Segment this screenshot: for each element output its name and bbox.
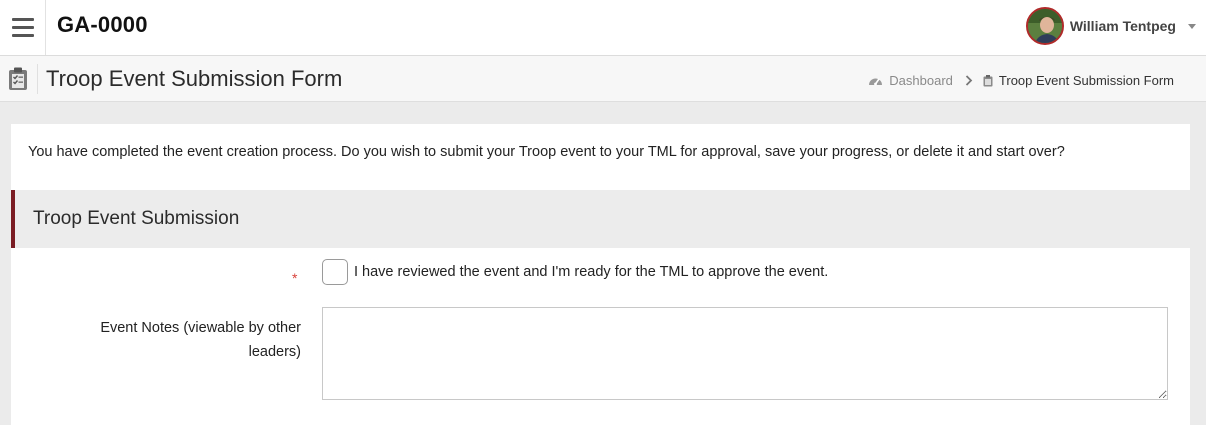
breadcrumb: Dashboard Troop Event Submission Form (868, 73, 1174, 88)
hamburger-menu-icon[interactable] (0, 0, 46, 55)
page-header: Troop Event Submission Form Dashboard Tr… (0, 56, 1206, 102)
form-panel: You have completed the event creation pr… (11, 124, 1190, 425)
breadcrumb-current: Troop Event Submission Form (983, 73, 1174, 88)
event-notes-label: Event Notes (viewable by other leaders) (100, 320, 301, 360)
review-checkbox-label[interactable]: I have reviewed the event and I'm ready … (354, 264, 828, 280)
org-code: GA-0000 (57, 12, 148, 37)
avatar (1025, 7, 1064, 45)
review-checkbox[interactable] (322, 259, 348, 285)
event-notes-field[interactable] (322, 307, 1168, 400)
breadcrumb-dashboard[interactable]: Dashboard (868, 73, 953, 88)
required-indicator: * (292, 270, 298, 286)
clipboard-icon (983, 74, 993, 86)
intro-text: You have completed the event creation pr… (28, 144, 1065, 160)
chevron-right-icon (965, 75, 973, 86)
user-menu[interactable]: William Tentpeg (1025, 6, 1196, 46)
breadcrumb-dashboard-label: Dashboard (889, 73, 953, 88)
user-name: William Tentpeg (1069, 18, 1176, 34)
section-header: Troop Event Submission (11, 190, 1190, 248)
chevron-down-icon (1188, 23, 1196, 29)
dashboard-icon (869, 78, 883, 86)
page-title: Troop Event Submission Form (46, 66, 343, 91)
clipboard-icon (9, 67, 27, 90)
top-bar: GA-0000 William Tentpeg (0, 0, 1206, 56)
breadcrumb-current-label: Troop Event Submission Form (998, 73, 1174, 88)
section-title: Troop Event Submission (33, 208, 240, 229)
header-divider (37, 64, 38, 94)
